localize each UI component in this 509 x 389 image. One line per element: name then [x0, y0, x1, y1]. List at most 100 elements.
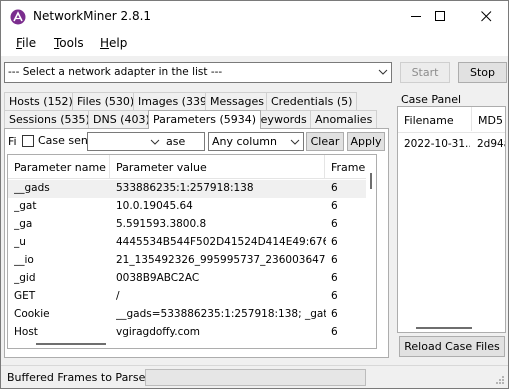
frame-number-cell: 6: [331, 290, 338, 302]
column-header-md5[interactable]: MD5: [472, 107, 505, 131]
filter-text-input[interactable]: [87, 132, 164, 151]
parameter-name-cell: _gid: [14, 272, 36, 284]
table-row[interactable]: __io 21_135492326_995995737_2360036475 6: [8, 252, 376, 270]
match-mode-value: ase: [166, 135, 186, 148]
maximize-icon: [434, 11, 445, 21]
parameter-value-cell: 533886235:1:257918:138: [116, 182, 254, 194]
parameter-name-cell: Host: [14, 326, 38, 338]
parameter-value-cell: 5.591593.3800.8: [116, 218, 207, 230]
tab-parameters[interactable]: Parameters (5934): [148, 110, 262, 129]
chevron-down-icon: [290, 139, 300, 145]
parameter-name-cell: __gads: [14, 182, 50, 194]
frame-number-cell: 6: [331, 254, 338, 266]
match-mode-select[interactable]: ase: [163, 132, 205, 151]
column-select[interactable]: Any column: [208, 132, 304, 151]
title-bar: NetworkMiner 2.8.1: [1, 1, 508, 32]
maximize-button[interactable]: [417, 1, 463, 32]
table-header: Parameter name Parameter value Frame n: [8, 155, 376, 179]
case-sensitive-label: Case sen: [38, 134, 88, 147]
column-header-filename[interactable]: Filename: [398, 107, 472, 131]
frame-number-cell: 6: [331, 272, 338, 284]
column-header-parameter-value[interactable]: Parameter value: [110, 155, 325, 179]
frame-number-cell: 6: [331, 200, 338, 212]
case-file-name: 2022-10-31...: [404, 138, 470, 150]
network-adapter-value: --- Select a network adapter in the list…: [8, 66, 223, 78]
tab-dns[interactable]: DNS (403): [88, 110, 155, 128]
menu-file-label: ile: [22, 36, 37, 50]
frame-number-cell: 6: [331, 182, 338, 194]
menu-tools-label: ools: [59, 36, 84, 50]
reload-case-files-button[interactable]: Reload Case Files: [399, 336, 505, 357]
parameter-value-cell: vgiragdoffy.com: [116, 326, 201, 338]
buffered-frames-progress: [145, 369, 366, 386]
start-button[interactable]: Start: [400, 62, 450, 83]
tab-files[interactable]: Files (530): [72, 92, 140, 110]
case-files-list: Filename MD5 2022-10-31... 2d94a: [397, 106, 506, 333]
resize-grip-icon[interactable]: [495, 375, 505, 385]
vertical-scrollbar[interactable]: [366, 155, 376, 348]
window-title: NetworkMiner 2.8.1: [33, 9, 152, 23]
table-row[interactable]: _u 4445534B544F502D41524D414E49:676... 6: [8, 234, 376, 252]
menu-bar: File Tools Help: [1, 32, 508, 56]
chevron-down-icon: [378, 69, 388, 75]
chevron-down-icon: [150, 139, 160, 145]
menu-tools[interactable]: Tools: [54, 36, 84, 50]
parameters-table: Parameter name Parameter value Frame n _…: [7, 154, 377, 349]
tab-hosts[interactable]: Hosts (152): [4, 92, 78, 110]
scrollbar-thumb[interactable]: [370, 173, 372, 189]
stop-button[interactable]: Stop: [458, 62, 507, 83]
parameter-name-cell: _gat: [14, 200, 37, 212]
tab-sessions[interactable]: Sessions (535): [4, 110, 95, 128]
tab-credentials[interactable]: Credentials (5): [266, 92, 358, 110]
parameter-name-cell: __io: [14, 254, 34, 266]
parameter-value-cell: 21_135492326_995995737_2360036475: [116, 254, 326, 266]
clear-button[interactable]: Clear: [306, 132, 344, 151]
list-item[interactable]: 2022-10-31... 2d94a: [398, 136, 505, 154]
case-file-md5: 2d94a: [477, 138, 505, 150]
apply-button[interactable]: Apply: [347, 132, 385, 151]
menu-file[interactable]: File: [16, 36, 36, 50]
tab-row-1: Hosts (152) Files (530) Images (339) Mes…: [4, 92, 392, 110]
tab-row-2: Sessions (535) DNS (403) Parameters (593…: [4, 110, 392, 129]
status-bar: Buffered Frames to Parse:: [1, 365, 508, 388]
menu-help-mnemonic: H: [100, 36, 110, 50]
parameter-value-cell: __gads=533886235:1:257918:138; _gat...: [116, 308, 326, 320]
parameter-name-cell: Cookie: [14, 308, 50, 320]
menu-help-label: elp: [109, 36, 128, 50]
close-button[interactable]: [463, 1, 509, 32]
frame-number-cell: 6: [331, 236, 338, 248]
case-sensitive-checkbox[interactable]: [22, 135, 34, 147]
parameter-name-cell: _ga: [14, 218, 33, 230]
filter-label: Fi: [8, 135, 17, 148]
close-icon: [480, 11, 491, 22]
tab-messages[interactable]: Messages: [205, 92, 269, 110]
column-select-value: Any column: [212, 135, 277, 148]
tab-anomalies[interactable]: Anomalies: [310, 110, 378, 128]
table-row[interactable]: Cookie __gads=533886235:1:257918:138; _ga…: [8, 306, 376, 324]
column-header-parameter-name[interactable]: Parameter name: [8, 155, 110, 179]
networkminer-icon: [10, 9, 26, 25]
buffered-frames-label: Buffered Frames to Parse:: [7, 371, 150, 384]
table-row[interactable]: _gid 0038B9ABC2AC 6: [8, 270, 376, 288]
horizontal-scrollbar-thumb[interactable]: [36, 343, 106, 345]
table-row[interactable]: _ga 5.591593.3800.8 6: [8, 216, 376, 234]
table-row[interactable]: GET / 6: [8, 288, 376, 306]
parameter-name-cell: _u: [14, 236, 26, 248]
horizontal-scrollbar-thumb[interactable]: [416, 327, 472, 329]
parameter-value-cell: 0038B9ABC2AC: [116, 272, 200, 284]
main-window: NetworkMiner 2.8.1 File Tools Help --- S…: [0, 0, 509, 389]
parameter-value-cell: /: [116, 290, 120, 302]
parameter-value-cell: 10.0.19045.64: [116, 200, 193, 212]
tab-images[interactable]: Images (339): [133, 92, 217, 110]
case-panel-title: Case Panel: [401, 93, 462, 106]
table-row[interactable]: Host vgiragdoffy.com 6: [8, 324, 376, 342]
frame-number-cell: 6: [331, 218, 338, 230]
parameter-name-cell: GET: [14, 290, 36, 302]
table-row[interactable]: __gads 533886235:1:257918:138 6: [8, 180, 376, 198]
parameters-panel: Fi Case sen ase Any column Clear Apply P…: [4, 128, 389, 358]
table-row[interactable]: _gat 10.0.19045.64 6: [8, 198, 376, 216]
menu-help[interactable]: Help: [100, 36, 127, 50]
case-list-header: Filename MD5: [398, 107, 505, 133]
frame-number-cell: 6: [331, 326, 338, 338]
network-adapter-select[interactable]: --- Select a network adapter in the list…: [4, 62, 392, 83]
